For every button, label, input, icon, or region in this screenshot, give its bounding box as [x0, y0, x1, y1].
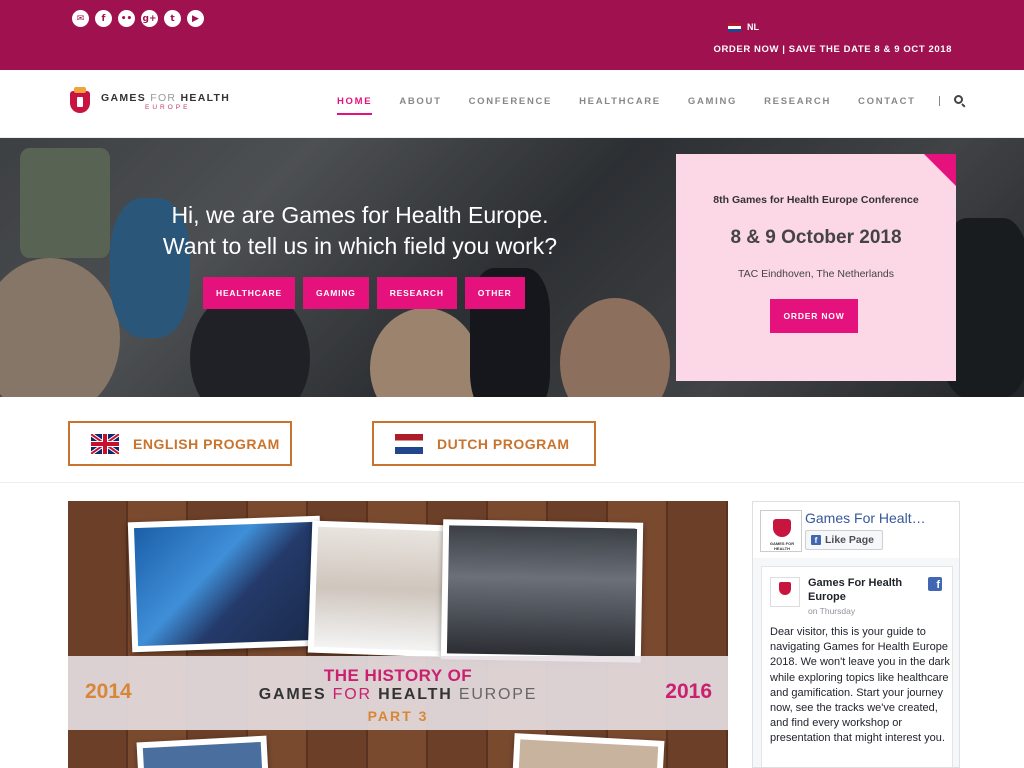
research-button[interactable]: RESEARCH [376, 277, 457, 309]
facebook-icon[interactable]: f [928, 577, 942, 591]
facebook-page-name[interactable]: Games For Healt… [805, 510, 955, 526]
uk-flag-icon [91, 433, 119, 454]
history-banner[interactable]: 2014 2016 THE HISTORY OF GAMES FOR HEALT… [68, 501, 728, 768]
site-header: GAMES FOR HEALTH EUROPE HOME ABOUT CONFE… [0, 70, 1024, 138]
order-now-button[interactable]: ORDER NOW [770, 299, 858, 333]
google-plus-icon[interactable]: g+ [141, 10, 158, 27]
hero-section: Hi, we are Games for Health Europe. Want… [0, 138, 1024, 397]
event-location: TAC Eindhoven, The Netherlands [737, 268, 895, 280]
hero-title: Hi, we are Games for Health Europe. Want… [162, 202, 558, 259]
history-title: GAMES FOR HEALTH EUROPE [258, 686, 538, 703]
nav-item-research[interactable]: RESEARCH [764, 96, 831, 107]
logo-wordmark: GAMES FOR HEALTH [101, 91, 231, 104]
nav-divider [938, 96, 940, 106]
photo-bottom-right [511, 733, 665, 768]
english-program-button[interactable]: ENGLISH PROGRAM [68, 421, 292, 466]
program-section: ENGLISH PROGRAM DUTCH PROGRAM [0, 397, 1024, 483]
healthcare-button[interactable]: HEALTHCARE [203, 277, 295, 309]
nav-item-about[interactable]: ABOUT [399, 96, 441, 107]
email-icon[interactable]: ✉ [72, 10, 89, 27]
language-switch[interactable]: NL [728, 22, 759, 32]
event-card: 8th Games for Health Europe Conference 8… [676, 154, 956, 381]
nav-item-home[interactable]: HOME [337, 96, 373, 115]
nav-item-gaming[interactable]: GAMING [688, 96, 737, 107]
photo-presenter [307, 520, 453, 658]
facebook-icon[interactable]: f [95, 10, 112, 27]
twitter-icon[interactable]: t [164, 10, 181, 27]
post-avatar[interactable] [770, 577, 800, 607]
photo-speaker [127, 515, 325, 653]
facebook-widget: GAMES FOR HEALTH Games For Healt… f Like… [752, 501, 960, 768]
facebook-post: Games For Health Europe on Thursday f De… [761, 566, 953, 767]
facebook-page-header: GAMES FOR HEALTH Games For Healt… f Like… [753, 502, 959, 558]
post-time[interactable]: on Thursday [808, 606, 855, 616]
youtube-icon[interactable]: ▶ [187, 10, 204, 27]
social-links: ✉ f •• g+ t ▶ [72, 10, 204, 27]
photo-conference-hall [440, 519, 644, 663]
nav-item-contact[interactable]: CONTACT [858, 96, 916, 107]
history-part: PART 3 [367, 708, 429, 724]
history-title-band: 2014 2016 THE HISTORY OF GAMES FOR HEALT… [68, 656, 728, 730]
netherlands-flag-icon [728, 22, 741, 32]
english-program-label: ENGLISH PROGRAM [133, 435, 280, 452]
nav-item-conference[interactable]: CONFERENCE [469, 96, 553, 107]
event-label: 8th Games for Health Europe Conference [713, 194, 919, 206]
other-button[interactable]: OTHER [464, 277, 525, 309]
facebook-icon: f [811, 535, 821, 545]
logo-subtitle: EUROPE [145, 103, 191, 111]
photo-bottom-left [136, 735, 270, 768]
netherlands-flag-icon [395, 433, 423, 454]
order-now-link[interactable]: ORDER NOW | SAVE THE DATE 8 & 9 OCT 2018 [713, 44, 952, 55]
post-author[interactable]: Games For Health Europe [808, 576, 918, 604]
site-logo[interactable]: GAMES FOR HEALTH EUROPE [67, 87, 230, 115]
page-avatar[interactable]: GAMES FOR HEALTH [760, 510, 802, 552]
dutch-program-label: DUTCH PROGRAM [437, 435, 570, 452]
logo-shield-icon [67, 87, 93, 115]
field-buttons: HEALTHCARE GAMING RESEARCH OTHER [203, 277, 525, 309]
post-text: Dear visitor, this is your guide to navi… [770, 626, 950, 745]
top-bar: ✉ f •• g+ t ▶ NL ORDER NOW | SAVE THE DA… [0, 0, 1024, 70]
event-date: 8 & 9 October 2018 [730, 227, 902, 248]
gaming-button[interactable]: GAMING [302, 277, 369, 309]
search-icon[interactable] [953, 95, 966, 108]
history-heading: THE HISTORY OF [323, 666, 473, 685]
dutch-program-button[interactable]: DUTCH PROGRAM [372, 421, 596, 466]
like-page-button[interactable]: f Like Page [805, 530, 884, 550]
flickr-icon[interactable]: •• [118, 10, 135, 27]
nav-item-healthcare[interactable]: HEALTHCARE [579, 96, 661, 107]
main-nav: HOME ABOUT CONFERENCE HEALTHCARE GAMING … [337, 95, 966, 115]
corner-accent [924, 154, 956, 186]
language-label: NL [747, 22, 759, 32]
